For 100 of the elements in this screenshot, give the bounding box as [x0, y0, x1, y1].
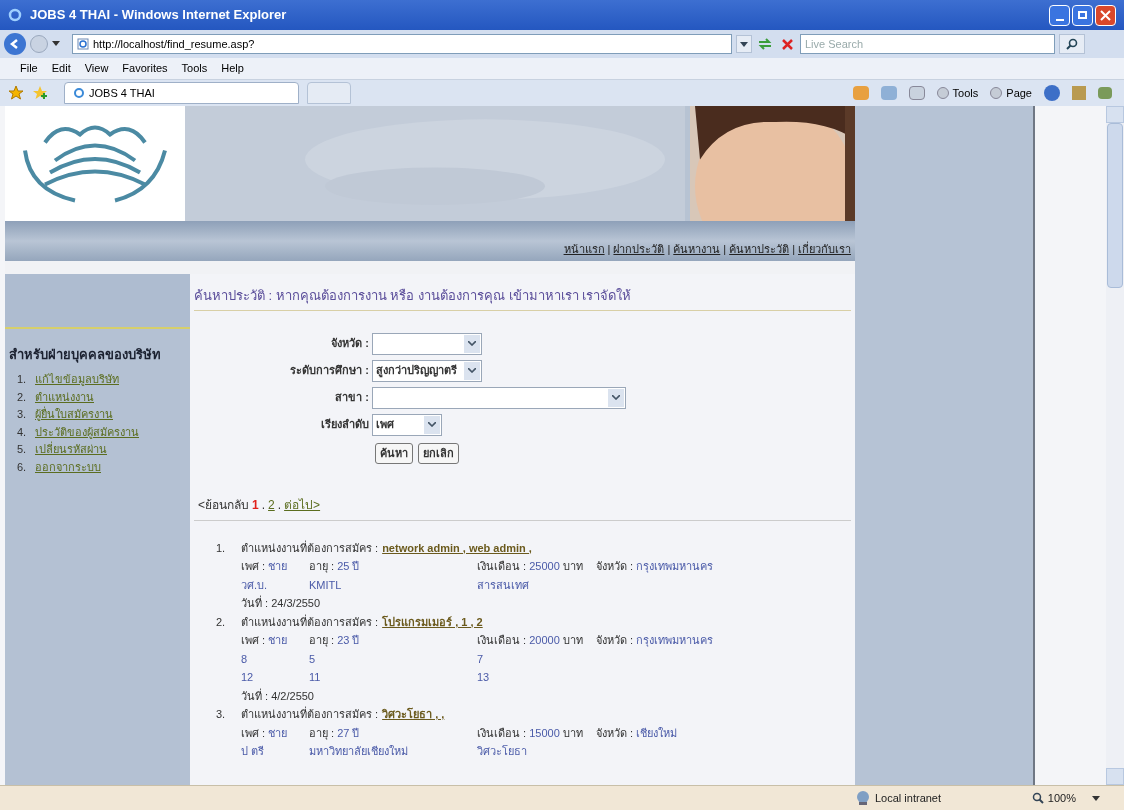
sidebar-heading: สำหรับฝ่ายบุคคลของบริษัท [9, 346, 162, 365]
detail-value: 5 [309, 651, 317, 667]
browser-tab[interactable]: JOBS 4 THAI [64, 82, 299, 104]
item-number: 2. [216, 614, 227, 630]
caret-icon[interactable] [52, 41, 60, 47]
search-button[interactable]: ค้นหา [375, 442, 413, 464]
detail-value: วิศวะโยธา [477, 744, 528, 759]
nav-separator: | [723, 241, 727, 257]
page-icon [77, 38, 89, 50]
field-label: สาขา : [334, 390, 370, 406]
nav-link[interactable]: หน้าแรก [563, 240, 605, 257]
item-number: 2. [17, 389, 28, 405]
date-text: วันที่ : 4/2/2550 [241, 687, 314, 704]
page-link[interactable]: 1 [252, 495, 259, 514]
chevron-down-icon [468, 368, 476, 373]
chevron-down-icon [612, 395, 620, 400]
position-link[interactable]: โปรแกรมเมอร์ , 1 , 2 [382, 612, 483, 631]
nav-separator: | [792, 241, 795, 257]
close-icon [1100, 9, 1111, 21]
nav-link[interactable]: ฝากประวัติ [613, 240, 665, 257]
detail-text: อายุ : 23 ปี [309, 633, 361, 649]
page-heading: ค้นหาประวัติ : หากคุณต้องการงาน หรือ งานต้องการคุณ เข้ามาหาเรา เราจัดให้ [194, 274, 851, 311]
menu-item[interactable]: Favorites [122, 60, 168, 77]
chevron-down-icon [468, 341, 476, 346]
search-icon [1066, 38, 1078, 50]
new-tab-button[interactable] [307, 82, 351, 104]
detail-text: เงินเดือน : 25000 บาท [477, 559, 584, 574]
globe-icon [855, 790, 871, 806]
next-link[interactable]: ต่อไป> [284, 495, 321, 514]
detail-value: 12 [241, 670, 255, 685]
detail-value: KMITL [309, 577, 343, 593]
address-field[interactable]: http://localhost/find_resume.asp? [72, 34, 732, 54]
nav-link[interactable]: ค้นหางาน [673, 240, 721, 257]
scrollbar[interactable] [1106, 106, 1124, 785]
date-text: วันที่ : 24/3/2550 [241, 594, 321, 611]
detail-value: 11 [309, 670, 322, 685]
item-number: 3. [17, 407, 28, 422]
menu-item[interactable]: Edit [51, 60, 71, 77]
chevron-down-icon [428, 422, 436, 427]
detail-value: 7 [477, 651, 485, 667]
nav-link[interactable]: เกี่ยวกับเรา [798, 240, 851, 257]
dropdown[interactable]: เพศ [372, 413, 442, 436]
pager-separator: . [277, 496, 282, 514]
nav-separator: | [667, 241, 671, 257]
cancel-button[interactable]: ยกเลิก [418, 442, 459, 464]
detail-value: วศ.บ. [241, 577, 269, 593]
add-star-icon[interactable] [32, 85, 48, 101]
dropdown-button[interactable] [736, 35, 752, 53]
page-menu-button[interactable]: Page [990, 84, 1032, 102]
menu-item[interactable]: Tools [181, 60, 208, 77]
menu-item[interactable]: Help [221, 60, 244, 77]
minimize-button[interactable] [1049, 4, 1070, 26]
page-link[interactable]: 2 [268, 495, 275, 514]
detail-text: เพศ : ชาย [241, 633, 289, 648]
page-icon [73, 87, 85, 99]
star-icon[interactable] [8, 85, 24, 101]
refresh-icon [758, 38, 772, 50]
pager-separator: . [261, 496, 266, 514]
item-number: 3. [216, 707, 227, 722]
item-number: 5. [17, 442, 28, 457]
dropdown[interactable] [372, 386, 626, 409]
item-number: 1. [17, 372, 28, 387]
stop-icon [781, 38, 793, 50]
zoom-level[interactable]: 100% [1047, 789, 1076, 807]
detail-value: ป ตรี [241, 744, 266, 759]
detail-value: สารสนเทศ [477, 577, 530, 593]
field-label: จังหวัด : [330, 336, 370, 352]
nav-link[interactable]: ค้นหาประวัติ [729, 240, 790, 257]
back-button[interactable] [4, 33, 26, 55]
detail-text: อายุ : 27 ปี [309, 725, 361, 742]
close-button[interactable] [1095, 4, 1116, 26]
field-label: ระดับการศึกษา : [289, 363, 370, 379]
browser-icon [8, 8, 22, 22]
search-button[interactable] [1059, 34, 1085, 54]
detail-value: 8 [241, 651, 249, 667]
tools-menu-button[interactable]: Tools [936, 84, 979, 102]
detail-text: จังหวัด : กรุงเทพมหานคร [596, 633, 715, 649]
field-label: ตำแหน่งงานที่ต้องการสมัคร : [241, 705, 379, 722]
nav-separator: | [607, 241, 611, 257]
position-link[interactable]: network admin , web admin , [382, 538, 532, 557]
item-number: 6. [17, 459, 28, 475]
dropdown[interactable] [372, 332, 482, 355]
detail-text: เงินเดือน : 20000 บาท [477, 633, 584, 648]
detail-value: มหาวิทยาลัยเชียงใหม่ [309, 744, 409, 759]
detail-text: เพศ : ชาย [241, 559, 289, 574]
detail-text: จังหวัด : กรุงเทพมหานคร [596, 559, 715, 575]
field-label: เรียงลำดับ [320, 417, 370, 433]
position-link[interactable]: วิศวะโยธา , , [382, 705, 445, 724]
detail-text: เงินเดือน : 15000 บาท [477, 725, 584, 741]
zoom-icon[interactable] [1031, 792, 1044, 804]
detail-text: เพศ : ชาย [241, 725, 289, 741]
security-zone: Local intranet [875, 790, 942, 806]
menu-item[interactable]: File [20, 60, 38, 77]
dropdown[interactable]: สูงกว่าปริญญาตรี [372, 359, 482, 382]
maximize-button[interactable] [1072, 4, 1093, 26]
field-label: ตำแหน่งงานที่ต้องการสมัคร : [241, 539, 379, 556]
item-number: 1. [216, 540, 227, 556]
detail-text: อายุ : 25 ปี [309, 559, 361, 575]
menu-item[interactable]: View [84, 60, 109, 77]
caret-icon[interactable] [1092, 795, 1100, 801]
